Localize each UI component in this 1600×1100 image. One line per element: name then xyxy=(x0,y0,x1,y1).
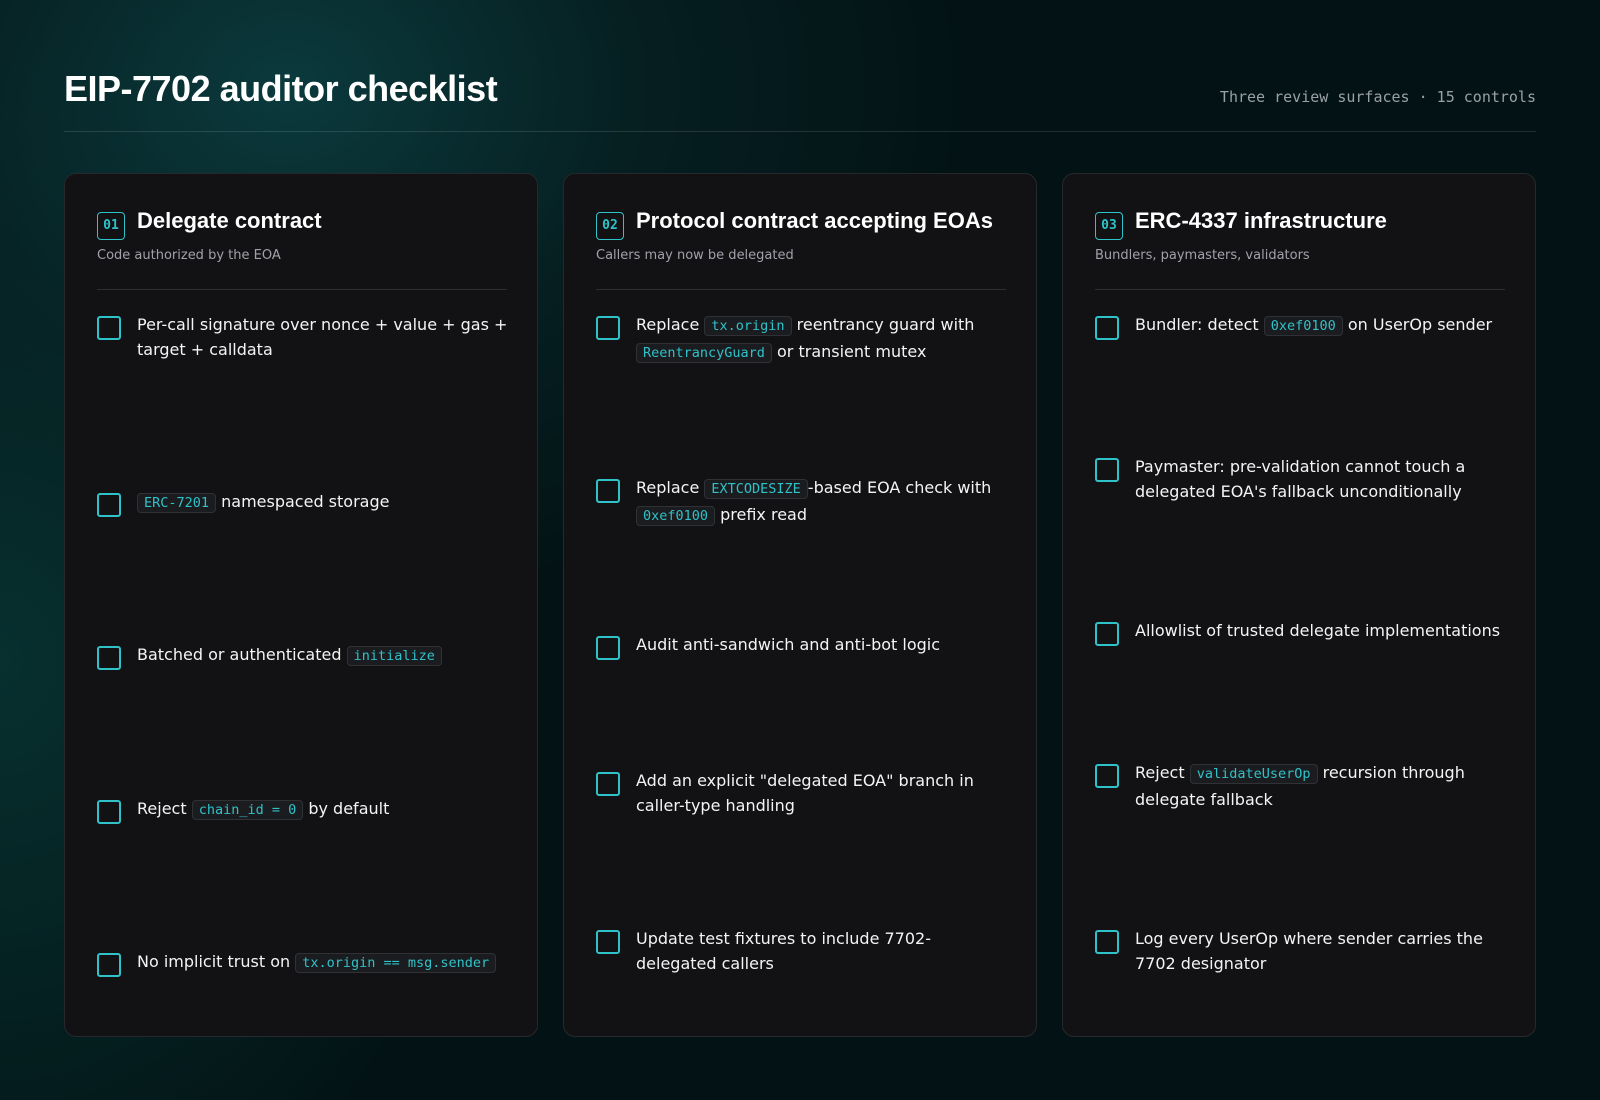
item-text: Reject chain_id = 0 by default xyxy=(137,799,390,820)
inline-code: 0xef0100 xyxy=(636,506,716,526)
item-text: Log every UserOp where sender carries th… xyxy=(1135,929,1483,973)
card-header: 02 Protocol contract accepting EOAs Call… xyxy=(596,208,1006,290)
card-title: Delegate contract xyxy=(137,208,322,233)
item-text: ERC-7201 namespaced storage xyxy=(137,489,512,516)
checklist-columns: 01 Delegate contract Code authorized by … xyxy=(64,173,1536,1037)
card-delegate-contract: 01 Delegate contract Code authorized by … xyxy=(64,173,538,1037)
card-title: Protocol contract accepting EOAs xyxy=(636,208,993,233)
checkbox-icon[interactable] xyxy=(596,479,620,503)
item-text: Replace tx.origin reentrancy guard with … xyxy=(636,315,975,363)
card-protocol-contract: 02 Protocol contract accepting EOAs Call… xyxy=(563,173,1037,1037)
item-text: Batched or authenticated initialize xyxy=(137,642,512,669)
card-subtitle: Code authorized by the EOA xyxy=(97,248,281,263)
checkbox-icon[interactable] xyxy=(1095,316,1119,340)
section-number-badge: 02 xyxy=(596,212,624,240)
inline-code: ERC-7201 xyxy=(137,493,217,513)
item-text: No implicit trust on tx.origin == msg.se… xyxy=(137,949,512,976)
checkbox-icon[interactable] xyxy=(97,316,121,340)
checkbox-icon[interactable] xyxy=(1095,458,1119,482)
inline-code: 0xef0100 xyxy=(1263,316,1343,336)
item-text: Bundler: detect 0xef0100 on UserOp sende… xyxy=(1135,315,1493,336)
item-text: Paymaster: pre-validation cannot touch a… xyxy=(1135,457,1466,501)
inline-code: initialize xyxy=(346,646,442,666)
item-text: Update test fixtures to include 7702-del… xyxy=(636,929,931,973)
checkbox-icon[interactable] xyxy=(97,646,121,670)
section-number-badge: 03 xyxy=(1095,212,1123,240)
card-erc4337-infrastructure: 03 ERC-4337 infrastructure Bundlers, pay… xyxy=(1062,173,1536,1037)
inline-code: ReentrancyGuard xyxy=(636,343,772,363)
card-header: 01 Delegate contract Code authorized by … xyxy=(97,208,507,290)
inline-code: validateUserOp xyxy=(1189,764,1318,784)
checkbox-icon[interactable] xyxy=(97,953,121,977)
checkbox-icon[interactable] xyxy=(596,772,620,796)
item-text: Add an explicit "delegated EOA" branch i… xyxy=(636,771,974,815)
section-number-badge: 01 xyxy=(97,212,125,240)
card-subtitle: Callers may now be delegated xyxy=(596,248,794,263)
card-title: ERC-4337 infrastructure xyxy=(1135,208,1387,233)
item-text: Allowlist of trusted delegate implementa… xyxy=(1135,621,1501,640)
card-subtitle: Bundlers, paymasters, validators xyxy=(1095,248,1310,263)
inline-code: tx.origin xyxy=(704,316,792,336)
page-header: EIP-7702 auditor checklist Three review … xyxy=(64,64,1536,132)
checkbox-icon[interactable] xyxy=(1095,622,1119,646)
item-text: Per-call signature over nonce + value + … xyxy=(137,315,508,359)
checklist-page: EIP-7702 auditor checklist Three review … xyxy=(64,0,1536,1100)
inline-code: chain_id = 0 xyxy=(191,800,304,820)
checkbox-icon[interactable] xyxy=(1095,930,1119,954)
item-text: Audit anti-sandwich and anti-bot logic xyxy=(636,635,941,654)
checkbox-icon[interactable] xyxy=(596,930,620,954)
card-header: 03 ERC-4337 infrastructure Bundlers, pay… xyxy=(1095,208,1505,290)
inline-code: tx.origin == msg.sender xyxy=(295,953,497,973)
page-meta: Three review surfaces · 15 controls xyxy=(1219,88,1536,106)
item-text: Replace EXTCODESIZE -based EOA check with… xyxy=(636,478,992,526)
checkbox-icon[interactable] xyxy=(596,636,620,660)
item-text: Reject validateUserOp recursion through … xyxy=(1135,763,1465,809)
checkbox-icon[interactable] xyxy=(596,316,620,340)
checkbox-icon[interactable] xyxy=(97,800,121,824)
checkbox-icon[interactable] xyxy=(97,493,121,517)
page-title: EIP-7702 auditor checklist xyxy=(64,68,498,109)
inline-code: EXTCODESIZE xyxy=(704,479,808,499)
checkbox-icon[interactable] xyxy=(1095,764,1119,788)
